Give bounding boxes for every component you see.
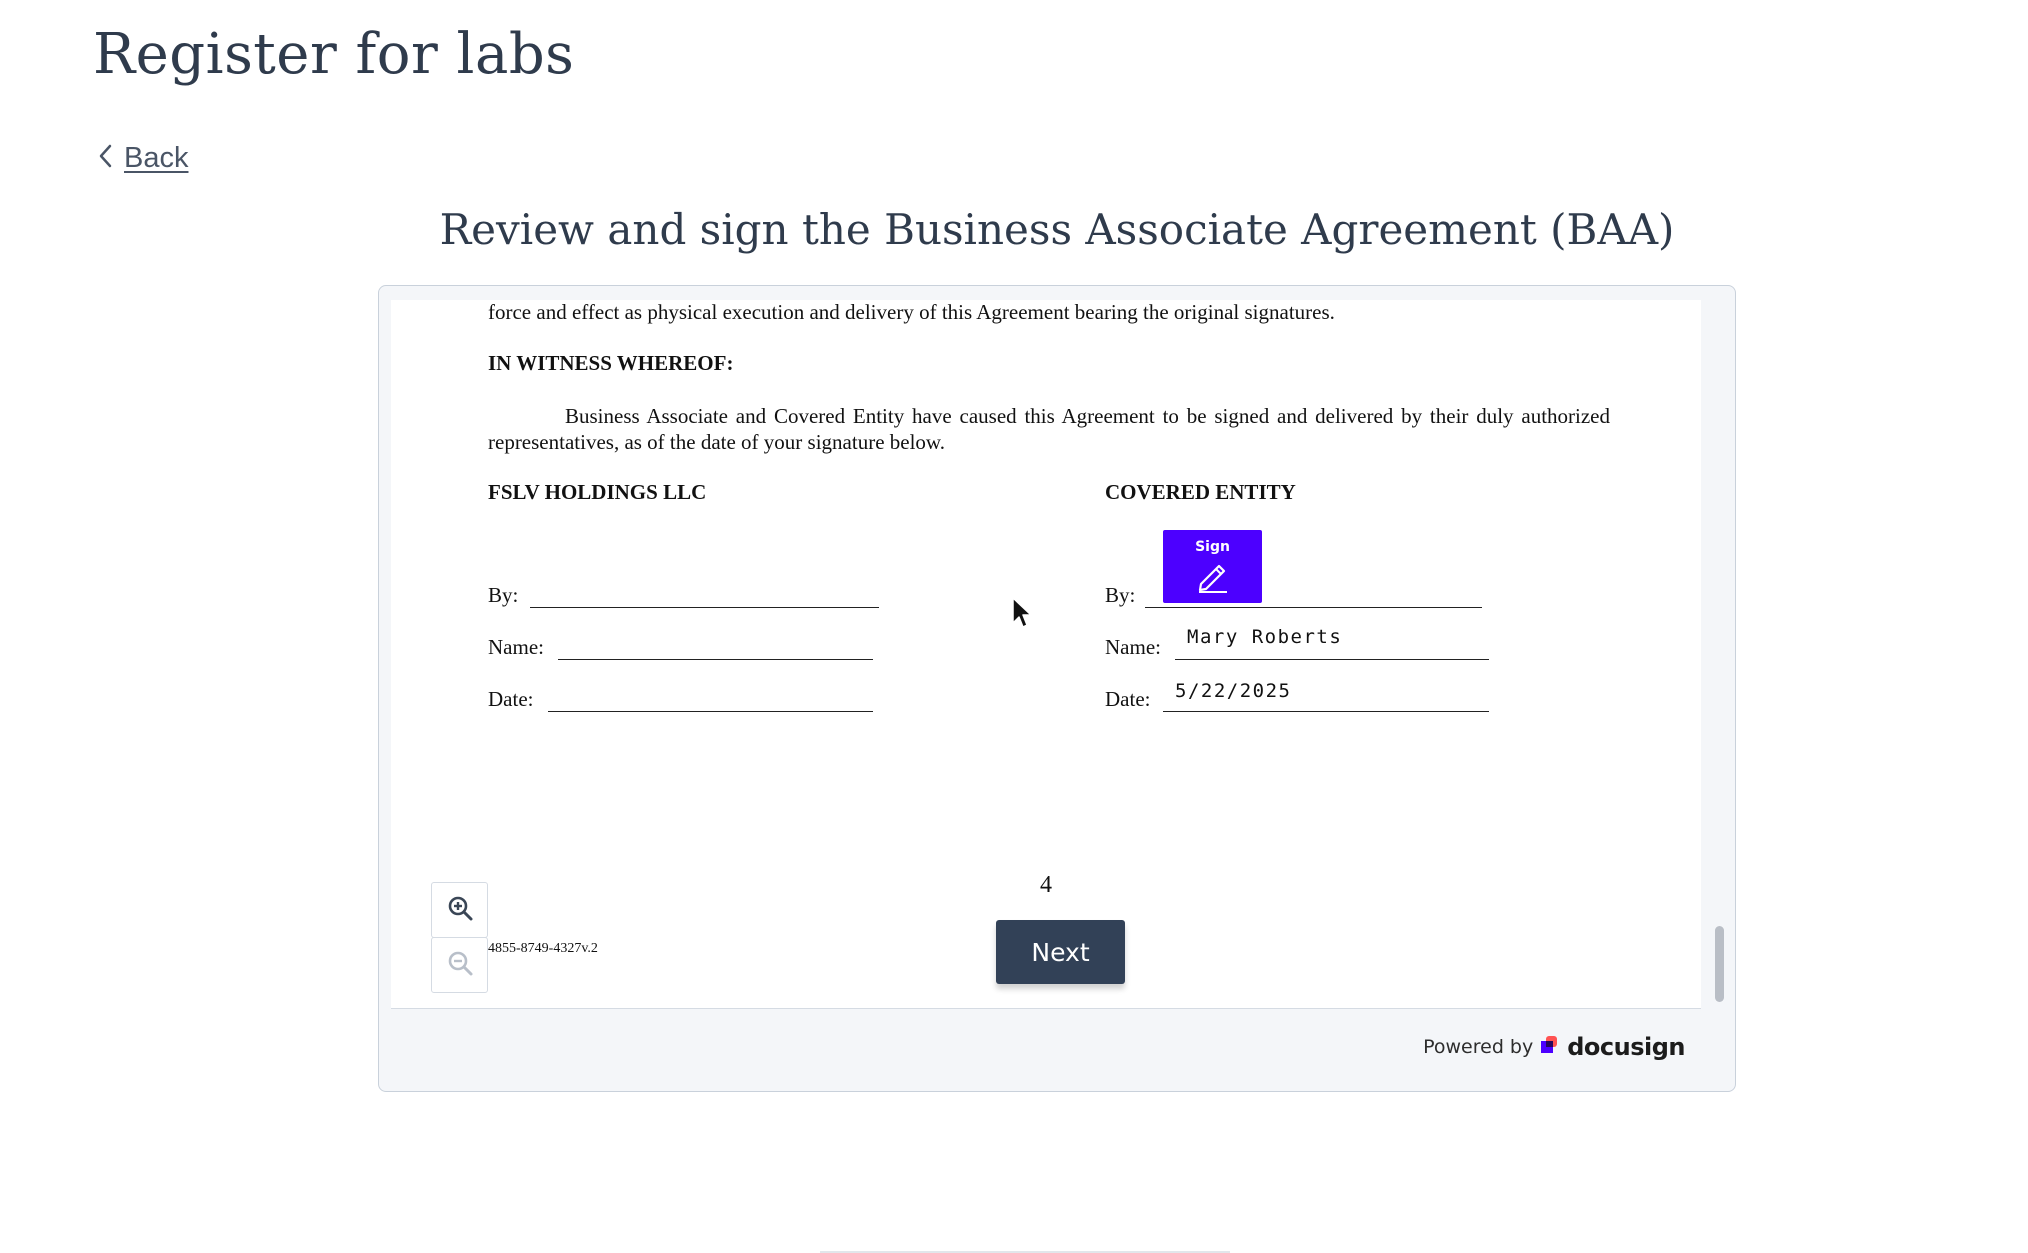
- name-field[interactable]: Mary Roberts: [1187, 626, 1342, 648]
- footer-divider: [391, 1008, 1701, 1009]
- right-date-line: [1163, 711, 1489, 712]
- page-number: 4: [1040, 872, 1052, 898]
- scrollbar-thumb[interactable]: [1715, 926, 1724, 1002]
- mouse-pointer-icon: [1011, 596, 1033, 635]
- right-name-label: Name:: [1105, 635, 1161, 659]
- next-button[interactable]: Next: [996, 920, 1125, 984]
- left-date-line: [548, 711, 873, 712]
- document-page: force and effect as physical execution a…: [391, 300, 1701, 1008]
- right-date-label: Date:: [1105, 687, 1151, 711]
- right-by-line: [1145, 607, 1482, 608]
- left-by-line: [530, 607, 879, 608]
- sign-tag-label: Sign: [1195, 539, 1230, 555]
- left-by-label: By:: [488, 583, 519, 607]
- page-title: Register for labs: [93, 22, 575, 87]
- witness-heading: IN WITNESS WHEREOF:: [488, 351, 734, 375]
- docusign-brand: docusign: [1567, 1033, 1685, 1061]
- zoom-out-button[interactable]: [431, 937, 488, 993]
- back-link[interactable]: Back: [98, 142, 188, 175]
- section-title: Review and sign the Business Associate A…: [439, 205, 1675, 254]
- chevron-left-icon: [98, 144, 112, 173]
- document-reference: 4855-8749-4327v.2: [488, 941, 598, 956]
- left-date-label: Date:: [488, 687, 534, 711]
- zoom-out-icon: [446, 949, 474, 982]
- right-name-line: [1175, 659, 1489, 660]
- pen-icon: [1195, 555, 1231, 597]
- left-name-label: Name:: [488, 635, 544, 659]
- powered-by-docusign: Powered by docusign: [1423, 1033, 1685, 1061]
- right-by-label: By:: [1105, 583, 1136, 607]
- docusign-viewer: force and effect as physical execution a…: [378, 285, 1736, 1092]
- docusign-logo-icon: [1541, 1035, 1559, 1059]
- powered-by-label: Powered by: [1423, 1036, 1534, 1058]
- right-party-heading: COVERED ENTITY: [1105, 480, 1296, 504]
- witness-paragraph: Business Associate and Covered Entity ha…: [488, 404, 1610, 454]
- document-text-line: force and effect as physical execution a…: [488, 300, 1335, 324]
- date-field[interactable]: 5/22/2025: [1175, 680, 1291, 702]
- sign-here-button[interactable]: Sign: [1163, 530, 1262, 603]
- left-name-line: [558, 659, 873, 660]
- back-link-label: Back: [124, 142, 189, 174]
- left-party-heading: FSLV HOLDINGS LLC: [488, 480, 707, 504]
